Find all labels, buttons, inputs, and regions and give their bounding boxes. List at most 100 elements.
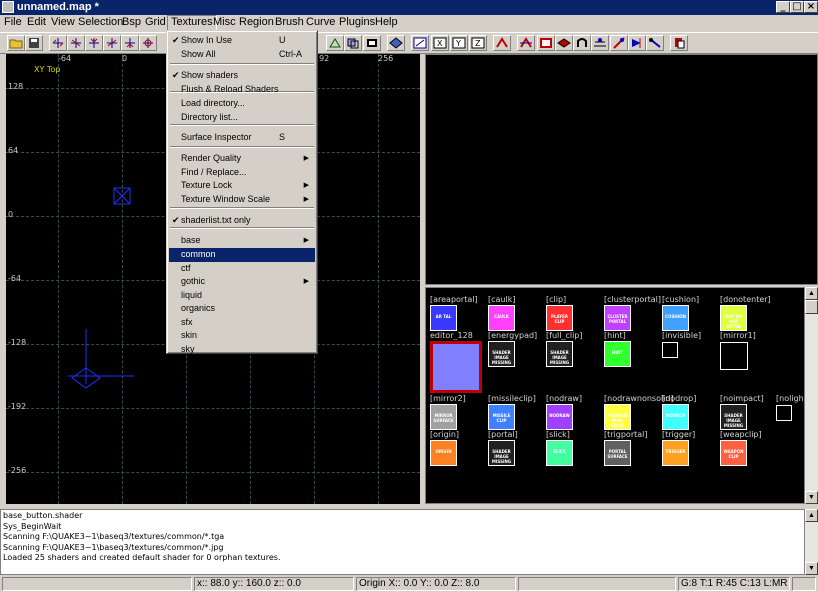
texture-thumbnail: PORTAL SURFACE <box>604 440 631 466</box>
menu-curve[interactable]: Curve <box>303 15 338 31</box>
csg-merge-icon[interactable] <box>344 35 362 51</box>
menu-item-show-all[interactable]: Show All Ctrl-A <box>169 48 315 62</box>
menu-item-surface-inspector[interactable]: Surface Inspector S <box>169 131 315 145</box>
texture-name: [areaportal] <box>430 295 478 304</box>
texture-thumbnail: SHADER IMAGE MISSING <box>720 404 747 430</box>
menu-item-liquid[interactable]: liquid <box>169 289 315 303</box>
open-icon[interactable] <box>7 35 25 51</box>
scroll-up-icon[interactable]: ▲ <box>805 509 818 522</box>
texture-name: [portal] <box>488 430 518 439</box>
texture-name: [hint] <box>604 331 626 340</box>
menu-item-label: Texture Window Scale <box>181 194 271 204</box>
texture-thumbnail: SHADER IMAGE MISSING <box>488 440 515 466</box>
change-view-icon[interactable] <box>411 35 429 51</box>
texture-name: [mirror1] <box>720 331 756 340</box>
texture-name: [weapclip] <box>720 430 762 439</box>
scroll-up-icon[interactable]: ▲ <box>805 287 818 300</box>
maximize-button[interactable]: □ <box>790 1 804 13</box>
menu-region[interactable]: Region <box>236 15 277 31</box>
view-y-icon[interactable]: Y <box>450 35 468 51</box>
menu-item-show-shaders[interactable]: ✔ Show shaders <box>169 69 315 83</box>
menu-separator <box>170 63 314 65</box>
menu-item-gothic[interactable]: gothic ▶ <box>169 275 315 289</box>
entity-icon[interactable] <box>493 35 511 51</box>
rotate-x-icon[interactable] <box>67 35 85 51</box>
drag-edges-icon[interactable] <box>628 35 646 51</box>
texture-name: [donotenter] <box>720 295 771 304</box>
menu-item-organics[interactable]: organics <box>169 302 315 316</box>
menu-item-base[interactable]: base ▶ <box>169 234 315 248</box>
menu-item-flush-reload-shaders[interactable]: Flush & Reload Shaders <box>169 83 315 97</box>
menu-item-label: gothic <box>181 276 206 286</box>
texture-browser[interactable]: [areaportal] AR TAL [caulk] CAULK [clip] PLAY… <box>425 287 805 504</box>
rotate-y-icon[interactable] <box>103 35 121 51</box>
menu-misc[interactable]: Misc <box>210 15 239 31</box>
menu-item-texture-lock[interactable]: Texture Lock ▶ <box>169 179 315 193</box>
close-button[interactable]: × <box>804 1 818 13</box>
scroll-thumb[interactable] <box>805 300 818 314</box>
texture-view-icon[interactable] <box>517 35 535 51</box>
menu-item-find-replace[interactable]: Find / Replace... <box>169 166 315 180</box>
menu-item-label: Surface Inspector <box>181 132 252 142</box>
toolbar: X Y Z <box>0 32 818 54</box>
size-grip[interactable] <box>792 577 816 591</box>
status-bar: x:: 88.0 y:: 160.0 z:: 0.0 Origin X:: 0.… <box>0 576 818 592</box>
svg-text:X: X <box>437 39 443 48</box>
menu-item-render-quality[interactable]: Render Quality ▶ <box>169 152 315 166</box>
texture-thumbnail: CUSHION <box>662 305 689 331</box>
menu-item-shaderlist-txt-only[interactable]: ✔ shaderlist.txt only <box>169 214 315 228</box>
flip-z-icon[interactable] <box>121 35 139 51</box>
status-message <box>2 577 192 591</box>
scroll-down-icon[interactable]: ▼ <box>805 491 818 504</box>
menu-help[interactable]: Help <box>372 15 401 31</box>
menu-item-skin[interactable]: skin <box>169 329 315 343</box>
menu-view[interactable]: View <box>48 15 78 31</box>
status-grid: G:8 T:1 R:45 C:13 L:MR <box>678 577 790 591</box>
texture-scrollbar[interactable]: ▲ ▼ <box>805 287 818 504</box>
camera-view[interactable] <box>425 54 818 285</box>
patch-icon[interactable] <box>573 35 591 51</box>
menu-item-label: base <box>181 235 201 245</box>
camera-icon[interactable] <box>555 35 573 51</box>
show-entities-icon[interactable] <box>670 35 688 51</box>
menu-item-common[interactable]: common <box>169 248 315 262</box>
texture-name: editor_128 <box>430 331 473 340</box>
menu-item-load-directory[interactable]: Load directory... <box>169 97 315 111</box>
menu-item-sky[interactable]: sky <box>169 343 315 357</box>
menu-bsp[interactable]: Bsp <box>119 15 144 31</box>
texture-thumbnail: MISSILE CLIP <box>488 404 515 430</box>
csg-subtract-icon[interactable] <box>326 35 344 51</box>
menu-edit[interactable]: Edit <box>24 15 49 31</box>
submenu-arrow-icon: ▶ <box>303 155 309 162</box>
menu-item-texture-window-scale[interactable]: Texture Window Scale ▶ <box>169 193 315 207</box>
menu-grid[interactable]: Grid <box>142 15 169 31</box>
view-z-icon[interactable]: Z <box>469 35 487 51</box>
menu-brush[interactable]: Brush <box>272 15 307 31</box>
bend-icon[interactable] <box>591 35 609 51</box>
menu-item-sfx[interactable]: sfx <box>169 316 315 330</box>
minimize-button[interactable]: _ <box>776 1 790 13</box>
menu-item-directory-list[interactable]: Directory list... <box>169 111 315 125</box>
view-x-icon[interactable]: X <box>431 35 449 51</box>
save-icon[interactable] <box>25 35 43 51</box>
menu-item-show-in-use[interactable]: ✔ Show In Use U <box>169 34 315 48</box>
app-icon <box>2 1 14 13</box>
hollow-icon[interactable] <box>363 35 381 51</box>
clipper-icon[interactable] <box>387 35 405 51</box>
texture-thumbnail: MIRROR SURFACE <box>430 404 457 430</box>
scroll-down-icon[interactable]: ▼ <box>805 562 818 575</box>
flip-y-icon[interactable] <box>85 35 103 51</box>
cubic-clip-icon[interactable] <box>537 35 555 51</box>
rotate-z-icon[interactable] <box>139 35 157 51</box>
texture-thumbnail: CAULK <box>488 305 515 331</box>
insert-icon[interactable] <box>610 35 628 51</box>
menu-item-label: organics <box>181 303 216 313</box>
flip-x-icon[interactable] <box>49 35 67 51</box>
console-scrollbar[interactable]: ▲ ▼ <box>805 509 818 575</box>
drag-vertices-icon[interactable] <box>646 35 664 51</box>
menu-item-ctf[interactable]: ctf <box>169 262 315 276</box>
texture-thumbnail: NOT DO NOT ENTER <box>720 305 747 331</box>
menu-file[interactable]: File <box>1 15 25 31</box>
texture-name: [full_clip] <box>546 331 583 340</box>
checkmark-icon: ✔ <box>172 35 180 45</box>
